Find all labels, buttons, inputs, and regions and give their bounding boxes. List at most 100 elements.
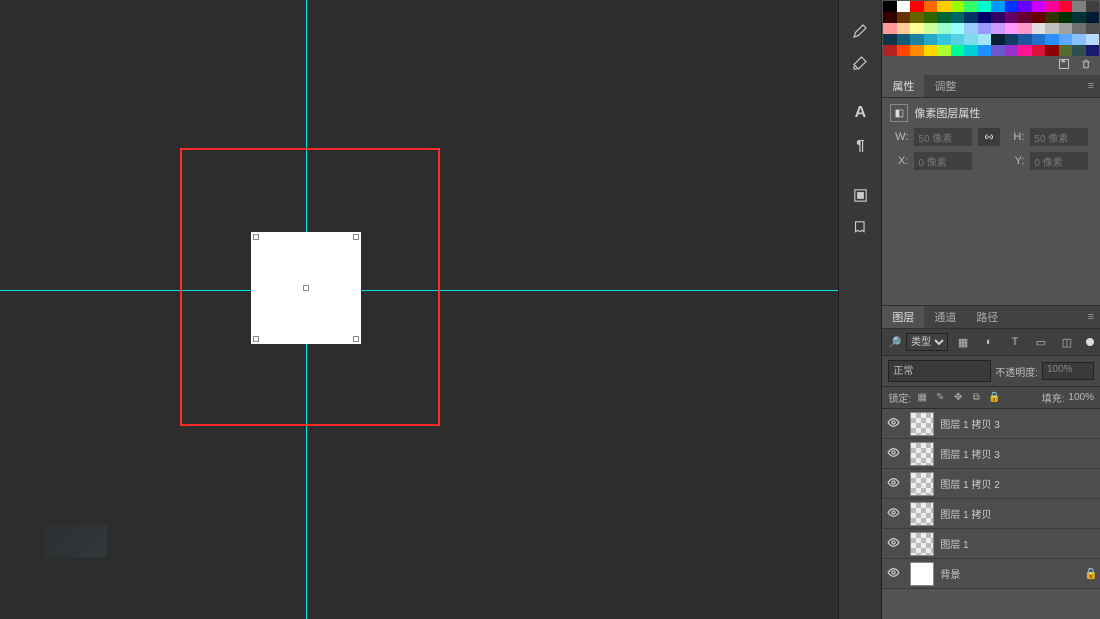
- swatch[interactable]: [883, 34, 896, 45]
- layer-row[interactable]: 背景🔒: [882, 559, 1100, 589]
- lock-artboard-icon[interactable]: ⧉: [969, 391, 983, 405]
- layer-name[interactable]: 图层 1 拷贝: [940, 506, 1082, 521]
- swatch[interactable]: [883, 23, 896, 34]
- swatch[interactable]: [1072, 34, 1085, 45]
- filter-shape-icon[interactable]: ▭: [1033, 334, 1049, 350]
- notes-icon[interactable]: [849, 216, 871, 238]
- brush-preset-icon[interactable]: [849, 20, 871, 42]
- swatch[interactable]: [1086, 34, 1099, 45]
- swatch[interactable]: [1086, 23, 1099, 34]
- lock-position-icon[interactable]: ✥: [951, 391, 965, 405]
- visibility-toggle-icon[interactable]: [882, 566, 904, 582]
- layer-row[interactable]: 图层 1 拷贝: [882, 499, 1100, 529]
- libraries-icon[interactable]: [849, 184, 871, 206]
- swatch[interactable]: [937, 34, 950, 45]
- canvas-area[interactable]: [0, 0, 838, 619]
- swatch[interactable]: [1045, 34, 1058, 45]
- swatch[interactable]: [964, 12, 977, 23]
- swatch[interactable]: [1045, 45, 1058, 56]
- swatch[interactable]: [1059, 12, 1072, 23]
- tab-adjustments[interactable]: 调整: [924, 75, 966, 97]
- swatch[interactable]: [1072, 12, 1085, 23]
- lock-pixels-icon[interactable]: ✎: [933, 391, 947, 405]
- panel-menu-icon[interactable]: ≡: [1082, 311, 1100, 323]
- layer-row[interactable]: 图层 1 拷贝 3: [882, 439, 1100, 469]
- layer-thumbnail[interactable]: [910, 532, 934, 556]
- prop-w-value[interactable]: 50 像素: [914, 128, 972, 146]
- swatch[interactable]: [883, 45, 896, 56]
- swatch[interactable]: [1018, 34, 1031, 45]
- swatch[interactable]: [951, 45, 964, 56]
- swatch[interactable]: [897, 1, 910, 12]
- transform-handle-bl[interactable]: [253, 336, 259, 342]
- swatch[interactable]: [1032, 23, 1045, 34]
- prop-h-value[interactable]: 50 像素: [1030, 128, 1088, 146]
- layer-row[interactable]: 图层 1: [882, 529, 1100, 559]
- layer-thumbnail[interactable]: [910, 442, 934, 466]
- swatch[interactable]: [991, 1, 1004, 12]
- swatch[interactable]: [924, 45, 937, 56]
- layer-name[interactable]: 图层 1 拷贝 2: [940, 476, 1082, 491]
- swatch[interactable]: [897, 34, 910, 45]
- lock-all-icon[interactable]: 🔒: [987, 391, 1001, 405]
- swatch[interactable]: [1005, 12, 1018, 23]
- layer-thumbnail[interactable]: [910, 502, 934, 526]
- panel-menu-icon[interactable]: ≡: [1082, 80, 1100, 92]
- swatch[interactable]: [964, 34, 977, 45]
- swatch[interactable]: [1059, 1, 1072, 12]
- layer-thumbnail[interactable]: [910, 562, 934, 586]
- trash-icon[interactable]: [1080, 58, 1092, 73]
- swatch[interactable]: [1086, 45, 1099, 56]
- guide-horizontal[interactable]: [0, 290, 838, 291]
- swatch[interactable]: [964, 23, 977, 34]
- swatch[interactable]: [1072, 23, 1085, 34]
- swatch[interactable]: [951, 34, 964, 45]
- swatch[interactable]: [978, 34, 991, 45]
- swatch[interactable]: [1018, 1, 1031, 12]
- layer-row[interactable]: 图层 1 拷贝 3: [882, 409, 1100, 439]
- swatch[interactable]: [910, 1, 923, 12]
- swatch[interactable]: [883, 12, 896, 23]
- opacity-value[interactable]: 100%: [1042, 362, 1094, 380]
- tab-paths[interactable]: 路径: [966, 306, 1008, 328]
- filter-pixel-icon[interactable]: ▦: [955, 334, 971, 350]
- swatch-grid[interactable]: [882, 0, 1100, 56]
- swatch[interactable]: [1045, 23, 1058, 34]
- filter-type-icon[interactable]: T: [1007, 334, 1023, 350]
- tab-channels[interactable]: 通道: [924, 306, 966, 328]
- swatch[interactable]: [991, 34, 1004, 45]
- layer-name[interactable]: 图层 1: [940, 536, 1082, 551]
- selected-layer-object[interactable]: [251, 232, 361, 344]
- visibility-toggle-icon[interactable]: [882, 536, 904, 552]
- layer-filter-kind[interactable]: 类型: [906, 333, 948, 351]
- layer-name[interactable]: 背景: [940, 566, 1082, 581]
- swatch[interactable]: [951, 23, 964, 34]
- swatch[interactable]: [1086, 12, 1099, 23]
- swatch[interactable]: [924, 12, 937, 23]
- brush-settings-icon[interactable]: [849, 52, 871, 74]
- transform-handle-center[interactable]: [303, 285, 309, 291]
- layer-name[interactable]: 图层 1 拷贝 3: [940, 446, 1082, 461]
- visibility-toggle-icon[interactable]: [882, 506, 904, 522]
- swatch[interactable]: [1059, 34, 1072, 45]
- transform-handle-tr[interactable]: [353, 234, 359, 240]
- new-swatch-icon[interactable]: [1058, 58, 1070, 73]
- lock-transparent-icon[interactable]: ▦: [915, 391, 929, 405]
- filter-toggle-icon[interactable]: [1086, 338, 1094, 346]
- swatch[interactable]: [1005, 45, 1018, 56]
- swatch[interactable]: [951, 1, 964, 12]
- swatch[interactable]: [964, 45, 977, 56]
- visibility-toggle-icon[interactable]: [882, 446, 904, 462]
- swatch[interactable]: [897, 23, 910, 34]
- fill-value[interactable]: 100%: [1068, 392, 1094, 403]
- blend-mode-select[interactable]: 正常: [888, 360, 991, 382]
- swatch[interactable]: [1059, 45, 1072, 56]
- swatch[interactable]: [1005, 23, 1018, 34]
- swatch[interactable]: [1018, 12, 1031, 23]
- swatch[interactable]: [910, 23, 923, 34]
- swatch[interactable]: [1072, 1, 1085, 12]
- swatch[interactable]: [978, 23, 991, 34]
- swatch[interactable]: [924, 34, 937, 45]
- swatch[interactable]: [991, 12, 1004, 23]
- swatch[interactable]: [1032, 1, 1045, 12]
